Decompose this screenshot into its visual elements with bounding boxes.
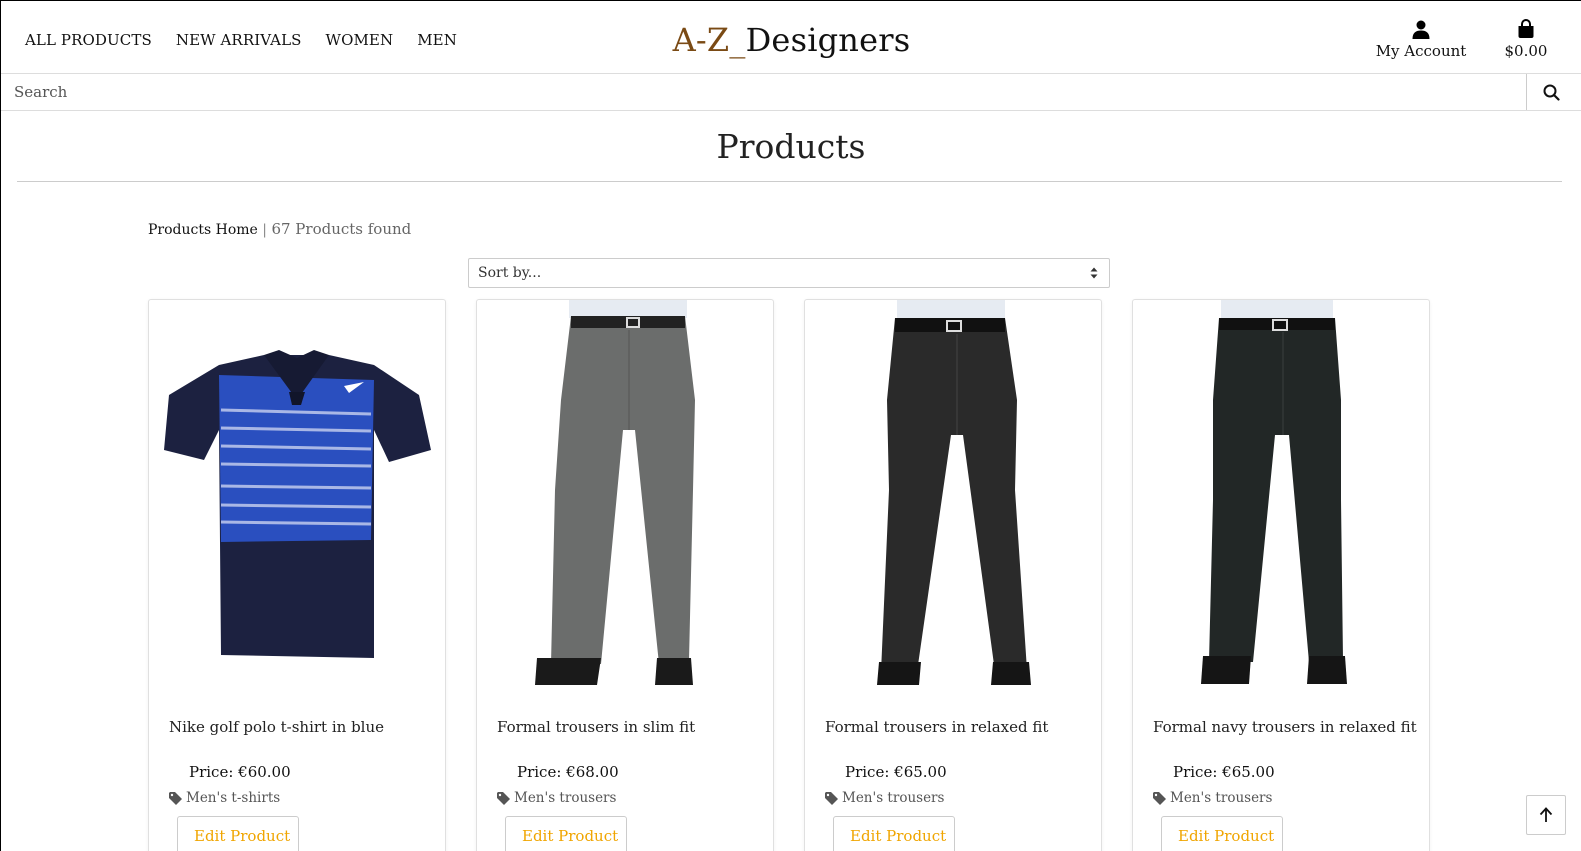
product-count: 67 Products found [271, 220, 412, 238]
arrow-up-icon [1539, 807, 1553, 822]
product-category-link[interactable]: Men's trousers [825, 790, 944, 806]
product-name[interactable]: Nike golf polo t-shirt in blue [169, 718, 384, 736]
product-category: Men's t-shirts [186, 790, 281, 806]
edit-product-button[interactable]: Edit Product [1161, 816, 1283, 851]
product-card: Formal navy trousers in relaxed fit Pric… [1132, 299, 1430, 851]
product-image[interactable] [149, 300, 445, 696]
my-account-label: My Account [1375, 42, 1467, 60]
header: ALL PRODUCTS NEW ARRIVALS WOMEN MEN A-Z_… [1, 1, 1581, 73]
product-price: Price: €65.00 [845, 763, 947, 781]
product-category: Men's trousers [842, 790, 945, 806]
site-logo[interactable]: A-Z_Designers [1, 21, 1581, 59]
product-image[interactable] [805, 300, 1101, 696]
product-image[interactable] [477, 300, 773, 696]
product-price: Price: €65.00 [1173, 763, 1275, 781]
my-account-link[interactable]: My Account [1373, 19, 1469, 60]
edit-product-button[interactable]: Edit Product [505, 816, 627, 851]
product-category: Men's trousers [514, 790, 617, 806]
product-category: Men's trousers [1170, 790, 1273, 806]
edit-product-button[interactable]: Edit Product [833, 816, 955, 851]
product-card: Formal trousers in slim fit Price: €68.0… [476, 299, 774, 851]
title-divider [17, 181, 1562, 182]
product-card: Nike golf polo t-shirt in blue Price: €6… [148, 299, 446, 851]
product-card: Formal trousers in relaxed fit Price: €6… [804, 299, 1102, 851]
tag-icon [497, 791, 510, 805]
tag-icon [825, 791, 838, 805]
product-name[interactable]: Formal trousers in relaxed fit [825, 718, 1048, 736]
logo-part-2: Designers [745, 21, 911, 59]
product-price: Price: €60.00 [189, 763, 291, 781]
edit-product-button[interactable]: Edit Product [177, 816, 299, 851]
tag-icon [1153, 791, 1166, 805]
logo-part-1: A-Z_ [672, 21, 746, 59]
sort-select[interactable]: Sort by... [468, 258, 1110, 288]
search-bar [1, 73, 1581, 111]
products-home-link[interactable]: Products Home [148, 222, 258, 238]
shopping-bag-link[interactable]: $0.00 [1501, 19, 1551, 60]
product-name[interactable]: Formal navy trousers in relaxed fit [1153, 718, 1417, 736]
sort-caret-icon [1090, 267, 1098, 279]
sort-selected-value: Sort by... [478, 265, 542, 281]
search-icon [1543, 84, 1560, 101]
tag-icon [169, 791, 182, 805]
breadcrumb-separator: | [262, 222, 267, 238]
search-button[interactable] [1531, 74, 1571, 110]
product-name[interactable]: Formal trousers in slim fit [497, 718, 695, 736]
product-category-link[interactable]: Men's t-shirts [169, 790, 280, 806]
product-category-link[interactable]: Men's trousers [497, 790, 616, 806]
product-image[interactable] [1133, 300, 1429, 696]
page-title: Products [716, 127, 866, 166]
product-price: Price: €68.00 [517, 763, 619, 781]
search-input[interactable] [1, 74, 1527, 110]
user-icon [1412, 20, 1430, 39]
product-category-link[interactable]: Men's trousers [1153, 790, 1272, 806]
bag-total: $0.00 [1504, 42, 1548, 60]
shopping-bag-icon [1518, 19, 1534, 38]
breadcrumb: Products Home | 67 Products found [148, 220, 411, 238]
back-to-top-button[interactable] [1526, 795, 1566, 835]
